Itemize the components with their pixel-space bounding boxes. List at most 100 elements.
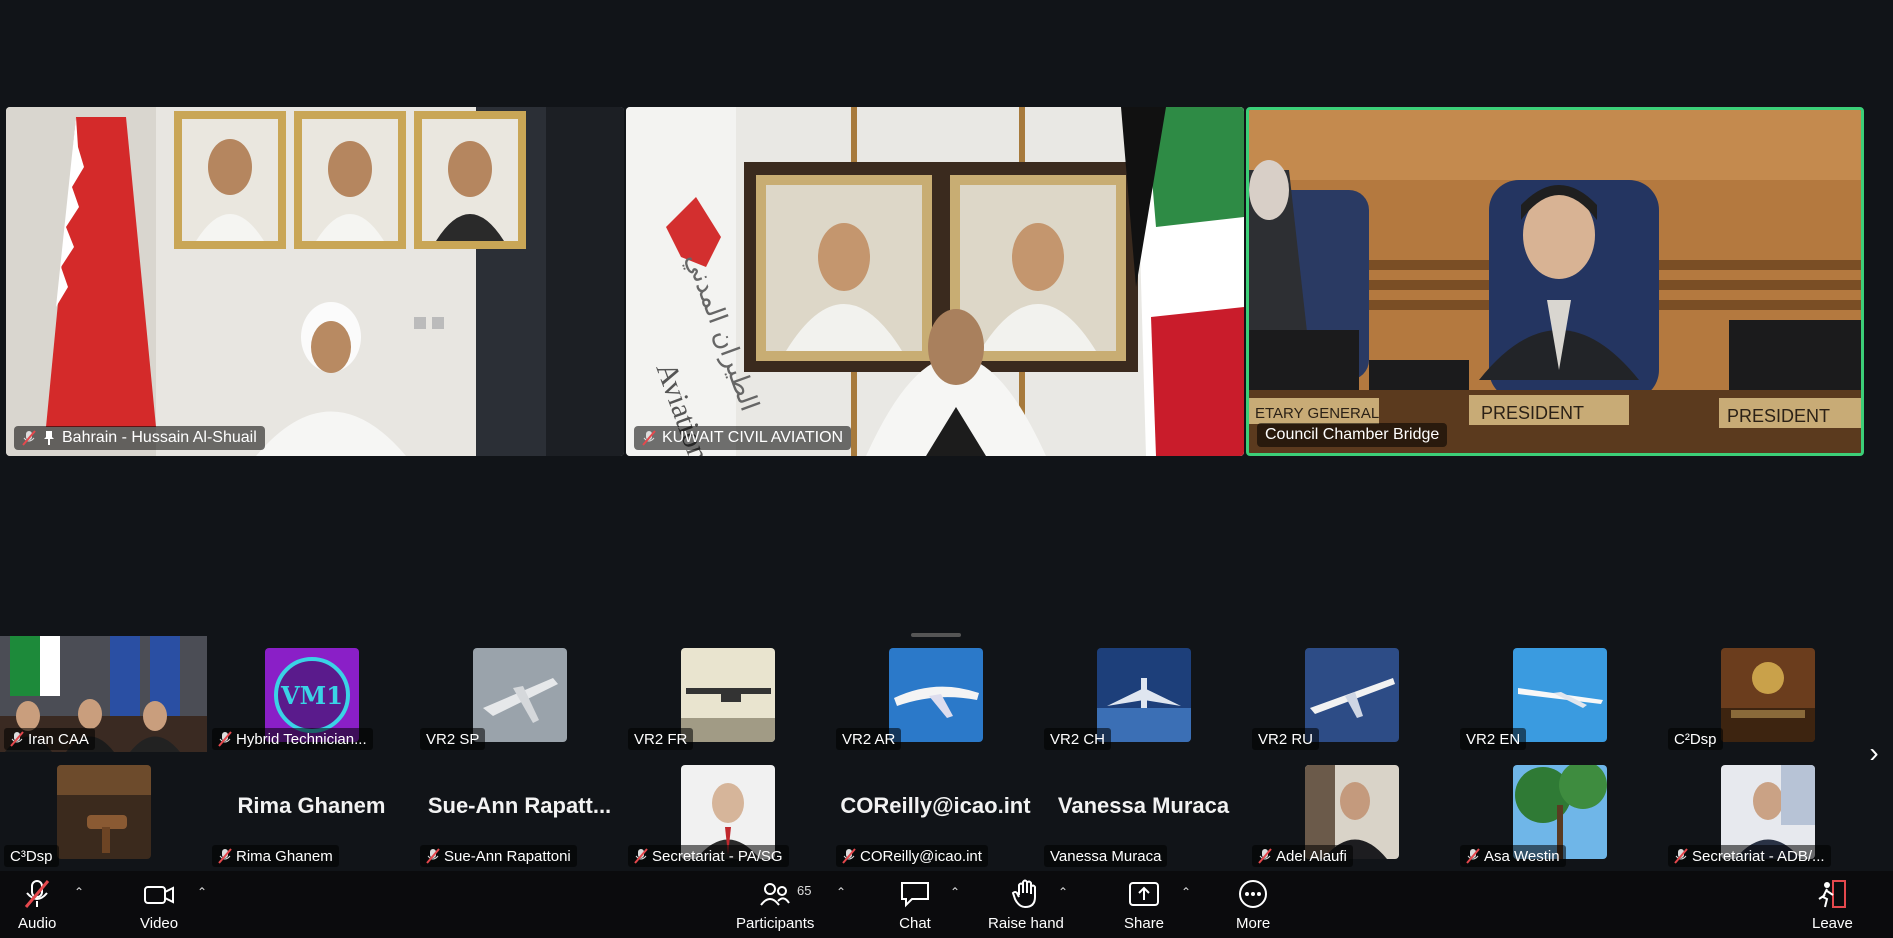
vintage-airplane-image-icon [680, 648, 775, 742]
share-icon [1129, 882, 1160, 906]
nameplate-president-text: PRESIDENT [1727, 406, 1830, 426]
participant-display-name: Sue-Ann Rapatt... [427, 793, 612, 818]
thumbnail-label: C²Dsp [1668, 728, 1723, 750]
avatar [1096, 648, 1191, 742]
raise-hand-options-chevron-icon[interactable]: ⌃ [1058, 885, 1072, 899]
mic-muted-icon [10, 731, 24, 747]
participant-display-name: Rima Ghanem [237, 793, 386, 818]
meeting-window: Bahrain - Hussain Al-Shuail Aviation الط… [0, 0, 1893, 938]
share-label: Share [1124, 915, 1165, 932]
avatar [1512, 648, 1607, 742]
thumbnail-tile[interactable]: Secretariat - PA/SG [624, 753, 831, 869]
thumbnail-tile[interactable]: VR2 CH [1040, 636, 1247, 752]
more-label: More [1236, 915, 1271, 932]
participants-label: Participants [736, 915, 815, 932]
jet-image-icon [1304, 648, 1399, 742]
mic-muted-icon [1674, 848, 1688, 864]
more-button[interactable]: More [1236, 879, 1270, 932]
video-tile-bahrain[interactable]: Bahrain - Hussain Al-Shuail [6, 107, 624, 456]
thumbnail-tile[interactable]: VR2 FR [624, 636, 831, 752]
share-button[interactable]: Share [1124, 879, 1164, 932]
mic-muted-icon [842, 848, 856, 864]
participant-name-tag: Bahrain - Hussain Al-Shuail [14, 426, 265, 450]
avatar [888, 648, 983, 742]
raise-hand-label: Raise hand [988, 915, 1064, 932]
thumbnail-label: Iran CAA [4, 728, 95, 750]
avatar [472, 648, 567, 742]
mic-muted-icon [1258, 848, 1272, 864]
video-options-chevron-icon[interactable]: ⌃ [197, 885, 211, 899]
participant-name-tag: Council Chamber Bridge [1257, 423, 1448, 447]
thumbnail-name: Hybrid Technician... [236, 730, 367, 748]
thumbnail-tile[interactable]: C³Dsp [0, 753, 207, 869]
thumbnail-name: Adel Alaufi [1276, 847, 1347, 865]
leave-button[interactable]: Leave [1812, 879, 1853, 932]
participant-name-tag: KUWAIT CIVIL AVIATION [634, 426, 852, 450]
thumbnail-tile[interactable]: Secretariat - ADB/... [1664, 753, 1871, 869]
council-chamber-video-feed: ETARY GENERAL PRESIDENT PRESIDENT [1249, 110, 1861, 453]
thumbnail-label: VR2 SP [420, 728, 486, 750]
audio-options-chevron-icon[interactable]: ⌃ [74, 885, 88, 899]
thumbnail-tile[interactable]: Vanessa Muraca Vanessa Muraca [1040, 753, 1247, 869]
leave-icon [1818, 880, 1847, 908]
mic-muted-icon [1466, 848, 1480, 864]
thumbnail-name: VR2 RU [1258, 730, 1314, 748]
audio-button[interactable]: Audio [18, 879, 56, 932]
participant-name: Council Chamber Bridge [1265, 426, 1440, 443]
avatar [680, 648, 775, 742]
nameplate-secretary-text: ETARY GENERAL [1255, 405, 1379, 422]
chat-button[interactable]: Chat [898, 879, 932, 932]
thumbnail-name: C³Dsp [10, 847, 53, 865]
video-button[interactable]: Video [140, 879, 178, 932]
thumbnail-label: Rima Ghanem [212, 845, 339, 867]
mic-muted-icon [218, 731, 232, 747]
thumbnail-tile[interactable]: VM1 Hybrid Technician... [208, 636, 415, 752]
participants-options-chevron-icon[interactable]: ⌃ [836, 885, 850, 899]
thumbnail-tile[interactable]: COReilly@icao.int COReilly@icao.int [832, 753, 1039, 869]
vm1-logo-text: VM1 [280, 681, 343, 710]
share-options-chevron-icon[interactable]: ⌃ [1181, 885, 1195, 899]
thumbnail-label: VR2 FR [628, 728, 694, 750]
thumbnail-label: Adel Alaufi [1252, 845, 1353, 867]
thumbnail-tile[interactable]: Sue-Ann Rapatt... Sue-Ann Rapattoni [416, 753, 623, 869]
leave-label: Leave [1812, 915, 1853, 932]
concorde-image-icon [1512, 648, 1607, 742]
participant-name: Bahrain - Hussain Al-Shuail [62, 429, 257, 446]
thumbnail-name: Vanessa Muraca [1050, 847, 1162, 865]
raise-hand-button[interactable]: Raise hand [988, 879, 1064, 932]
chevron-right-icon[interactable]: › [1862, 738, 1886, 768]
bahrain-video-feed [6, 107, 624, 456]
mic-muted-icon [25, 880, 50, 908]
thumbnail-label: Vanessa Muraca [1044, 845, 1168, 867]
thumbnail-name: VR2 FR [634, 730, 688, 748]
thumbnail-tile[interactable]: VR2 SP [416, 636, 623, 752]
kuwait-video-feed: Aviation الطيران المدني [626, 107, 1244, 456]
thumbnail-label: Secretariat - PA/SG [628, 845, 789, 867]
chat-icon [901, 882, 929, 908]
audio-label: Audio [18, 915, 57, 932]
thumbnail-name: Rima Ghanem [236, 847, 333, 865]
thumbnail-tile[interactable]: C²Dsp [1664, 636, 1871, 752]
thumbnail-tile[interactable]: VR2 RU [1248, 636, 1455, 752]
more-icon [1239, 880, 1268, 908]
chamber-image-icon [1720, 648, 1815, 742]
video-tile-kuwait[interactable]: Aviation الطيران المدني KUWAIT CIVIL AVI… [626, 107, 1244, 456]
video-tile-council-chamber[interactable]: ETARY GENERAL PRESIDENT PRESIDENT Counci… [1246, 107, 1864, 456]
thumbnail-tile[interactable]: Asa Westin [1456, 753, 1663, 869]
thumbnail-tile[interactable]: VR2 EN [1456, 636, 1663, 752]
chat-options-chevron-icon[interactable]: ⌃ [950, 885, 964, 899]
thumbnail-label: Sue-Ann Rapattoni [420, 845, 577, 867]
thumbnail-name: Secretariat - PA/SG [652, 847, 783, 865]
thumbnail-label: VR2 RU [1252, 728, 1320, 750]
pin-icon [44, 431, 54, 445]
thumbnail-tile[interactable]: Rima Ghanem Rima Ghanem [208, 753, 415, 869]
thumbnail-tile[interactable]: Iran CAA [0, 636, 207, 752]
thumbnail-name: Secretariat - ADB/... [1692, 847, 1825, 865]
raise-hand-icon [1011, 879, 1036, 909]
thumbnail-tile[interactable]: VR2 AR [832, 636, 1039, 752]
thumbnail-tile[interactable]: Adel Alaufi [1248, 753, 1455, 869]
nameplate-president-text: PRESIDENT [1481, 403, 1584, 423]
avatar [1720, 648, 1815, 742]
participant-display-name: Vanessa Muraca [1057, 793, 1230, 818]
thumbnail-label: Hybrid Technician... [212, 728, 373, 750]
